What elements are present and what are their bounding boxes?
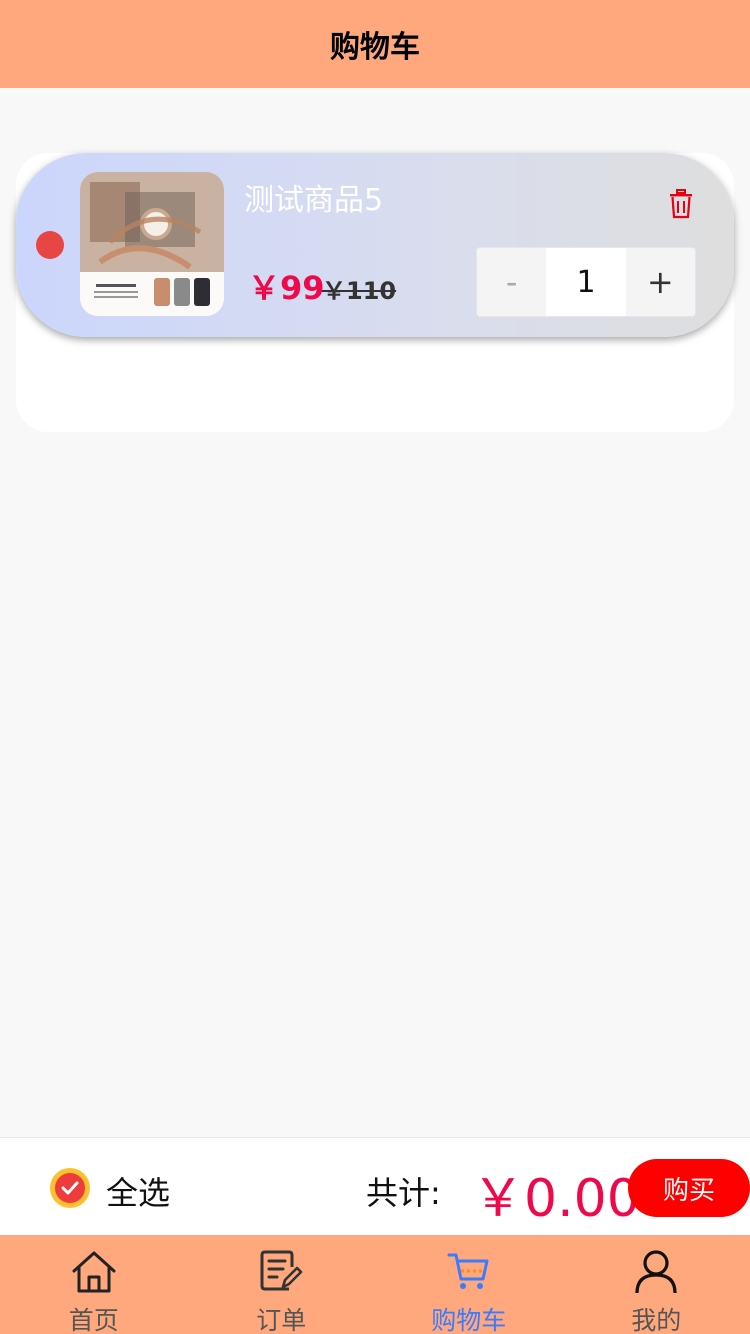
quantity-input[interactable]: 1 <box>546 248 626 316</box>
tab-home[interactable]: 首页 <box>0 1235 188 1334</box>
tab-label: 购物车 <box>431 1306 507 1334</box>
check-icon <box>55 1173 85 1203</box>
tab-cart[interactable]: 购物车 <box>375 1235 563 1334</box>
user-icon <box>635 1250 677 1294</box>
item-select-radio[interactable] <box>36 231 64 259</box>
checkout-bar: 全选 共计: ￥0.00 购买 <box>0 1137 750 1235</box>
product-thumbnail[interactable] <box>80 172 224 316</box>
page-title: 购物车 <box>330 30 420 65</box>
tab-label: 订单 <box>256 1306 307 1334</box>
cart-item[interactable]: 测试商品5 ￥99 ￥110 - 1 + <box>16 153 734 337</box>
product-original-price: ￥110 <box>322 277 397 305</box>
cart-icon <box>447 1253 489 1289</box>
tab-orders[interactable]: 订单 <box>188 1235 376 1334</box>
tab-label: 首页 <box>68 1306 119 1334</box>
buy-button[interactable]: 购买 <box>628 1159 750 1217</box>
select-all-label[interactable]: 全选 <box>106 1168 170 1214</box>
page-header: 购物车 <box>0 0 750 88</box>
tab-mine[interactable]: 我的 <box>563 1235 750 1334</box>
total-price: ￥0.00 <box>472 1169 640 1229</box>
quantity-stepper: - 1 + <box>476 247 696 317</box>
select-all-checkbox[interactable] <box>50 1168 90 1208</box>
total-label: 共计: <box>366 1174 441 1212</box>
order-icon <box>260 1250 303 1291</box>
increase-quantity-button[interactable]: + <box>625 248 695 316</box>
home-icon <box>72 1251 116 1293</box>
decrease-quantity-button[interactable]: - <box>477 248 547 316</box>
trash-icon[interactable] <box>668 189 694 219</box>
bottom-tabbar: 首页 订单 购物车 我的 <box>0 1235 750 1334</box>
tab-label: 我的 <box>631 1306 682 1334</box>
product-price: ￥99 <box>248 269 325 307</box>
watch-product-image <box>80 172 224 316</box>
product-name: 测试商品5 <box>244 183 384 218</box>
